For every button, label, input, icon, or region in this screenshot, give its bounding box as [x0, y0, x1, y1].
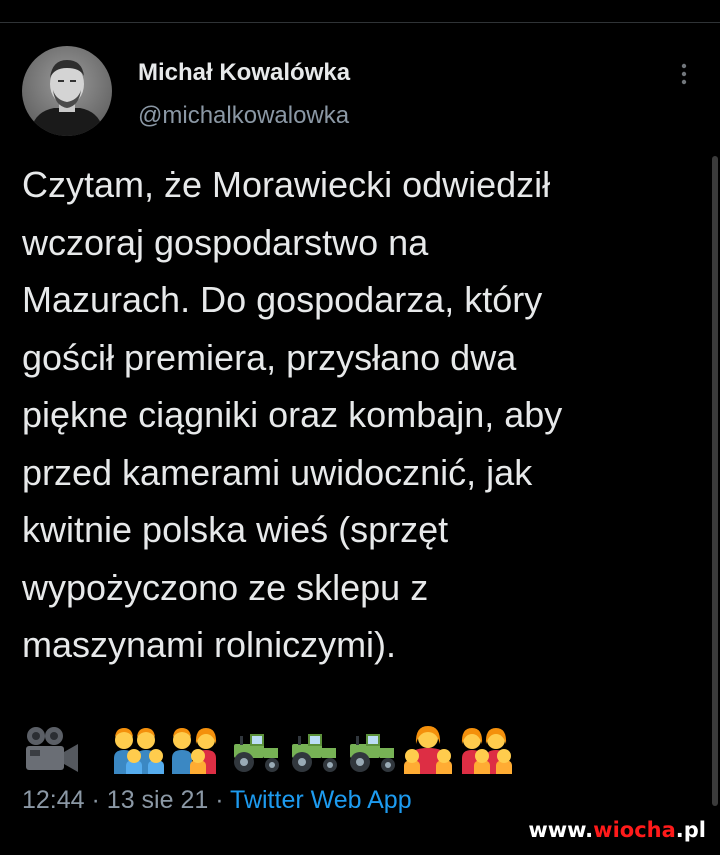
meta-separator: · [91, 786, 100, 814]
tweet-text-line: wypożyczono ze sklepu z [22, 566, 429, 608]
author-name[interactable]: Michał Kowalówka [138, 59, 350, 87]
tweet-text-line: wczoraj gospodarstwo na [22, 221, 429, 263]
top-divider [0, 22, 720, 23]
more-options-button[interactable] [672, 60, 696, 88]
family-icon [461, 728, 512, 774]
tweet-header: Michał Kowalówka @michalkowalowka [22, 46, 692, 136]
tweet-source-link[interactable]: Twitter Web App [230, 786, 412, 814]
meta-separator: · [215, 786, 224, 814]
family-icon [172, 728, 217, 774]
tweet-text: Czytam, że Morawiecki odwiedził wczoraj … [22, 156, 706, 674]
emoji-strip [112, 718, 518, 774]
watermark-suffix: .pl [675, 818, 706, 842]
watermark: www.wiocha.pl [528, 818, 706, 842]
avatar[interactable] [22, 46, 112, 136]
emoji-row [22, 718, 562, 774]
tweet-text-line: gościł premiera, przysłano dwa [22, 336, 517, 378]
tractor-icon [350, 734, 395, 772]
tweet-text-line: piękne ciągniki oraz kombajn, aby [22, 394, 563, 435]
family-icon [114, 728, 164, 774]
tweet-time[interactable]: 12:44 [22, 786, 85, 814]
tweet-text-line: Czytam, że Morawiecki odwiedził [22, 164, 551, 205]
watermark-prefix: www. [528, 818, 594, 842]
movie-camera-icon [26, 727, 78, 772]
scrollbar[interactable] [712, 156, 718, 806]
watermark-brand: wiocha [593, 818, 676, 842]
author-handle[interactable]: @michalkowalowka [138, 102, 349, 130]
more-vertical-icon [681, 63, 687, 85]
tweet-text-line: maszynami rolniczymi). [22, 624, 397, 665]
tweet-text-line: przed kamerami uwidocznić, jak [22, 451, 533, 493]
tweet-meta: 12:44 · 13 sie 21 · Twitter Web App [22, 786, 412, 815]
tweet-text-line: kwitnie polska wieś (sprzęt [22, 509, 449, 550]
tweet-date[interactable]: 13 sie 21 [107, 786, 208, 814]
tractor-icon [234, 734, 279, 772]
tractor-icon [292, 734, 337, 772]
tweet-text-line: Mazurach. Do gospodarza, który [22, 279, 543, 320]
family-icon [404, 726, 452, 774]
